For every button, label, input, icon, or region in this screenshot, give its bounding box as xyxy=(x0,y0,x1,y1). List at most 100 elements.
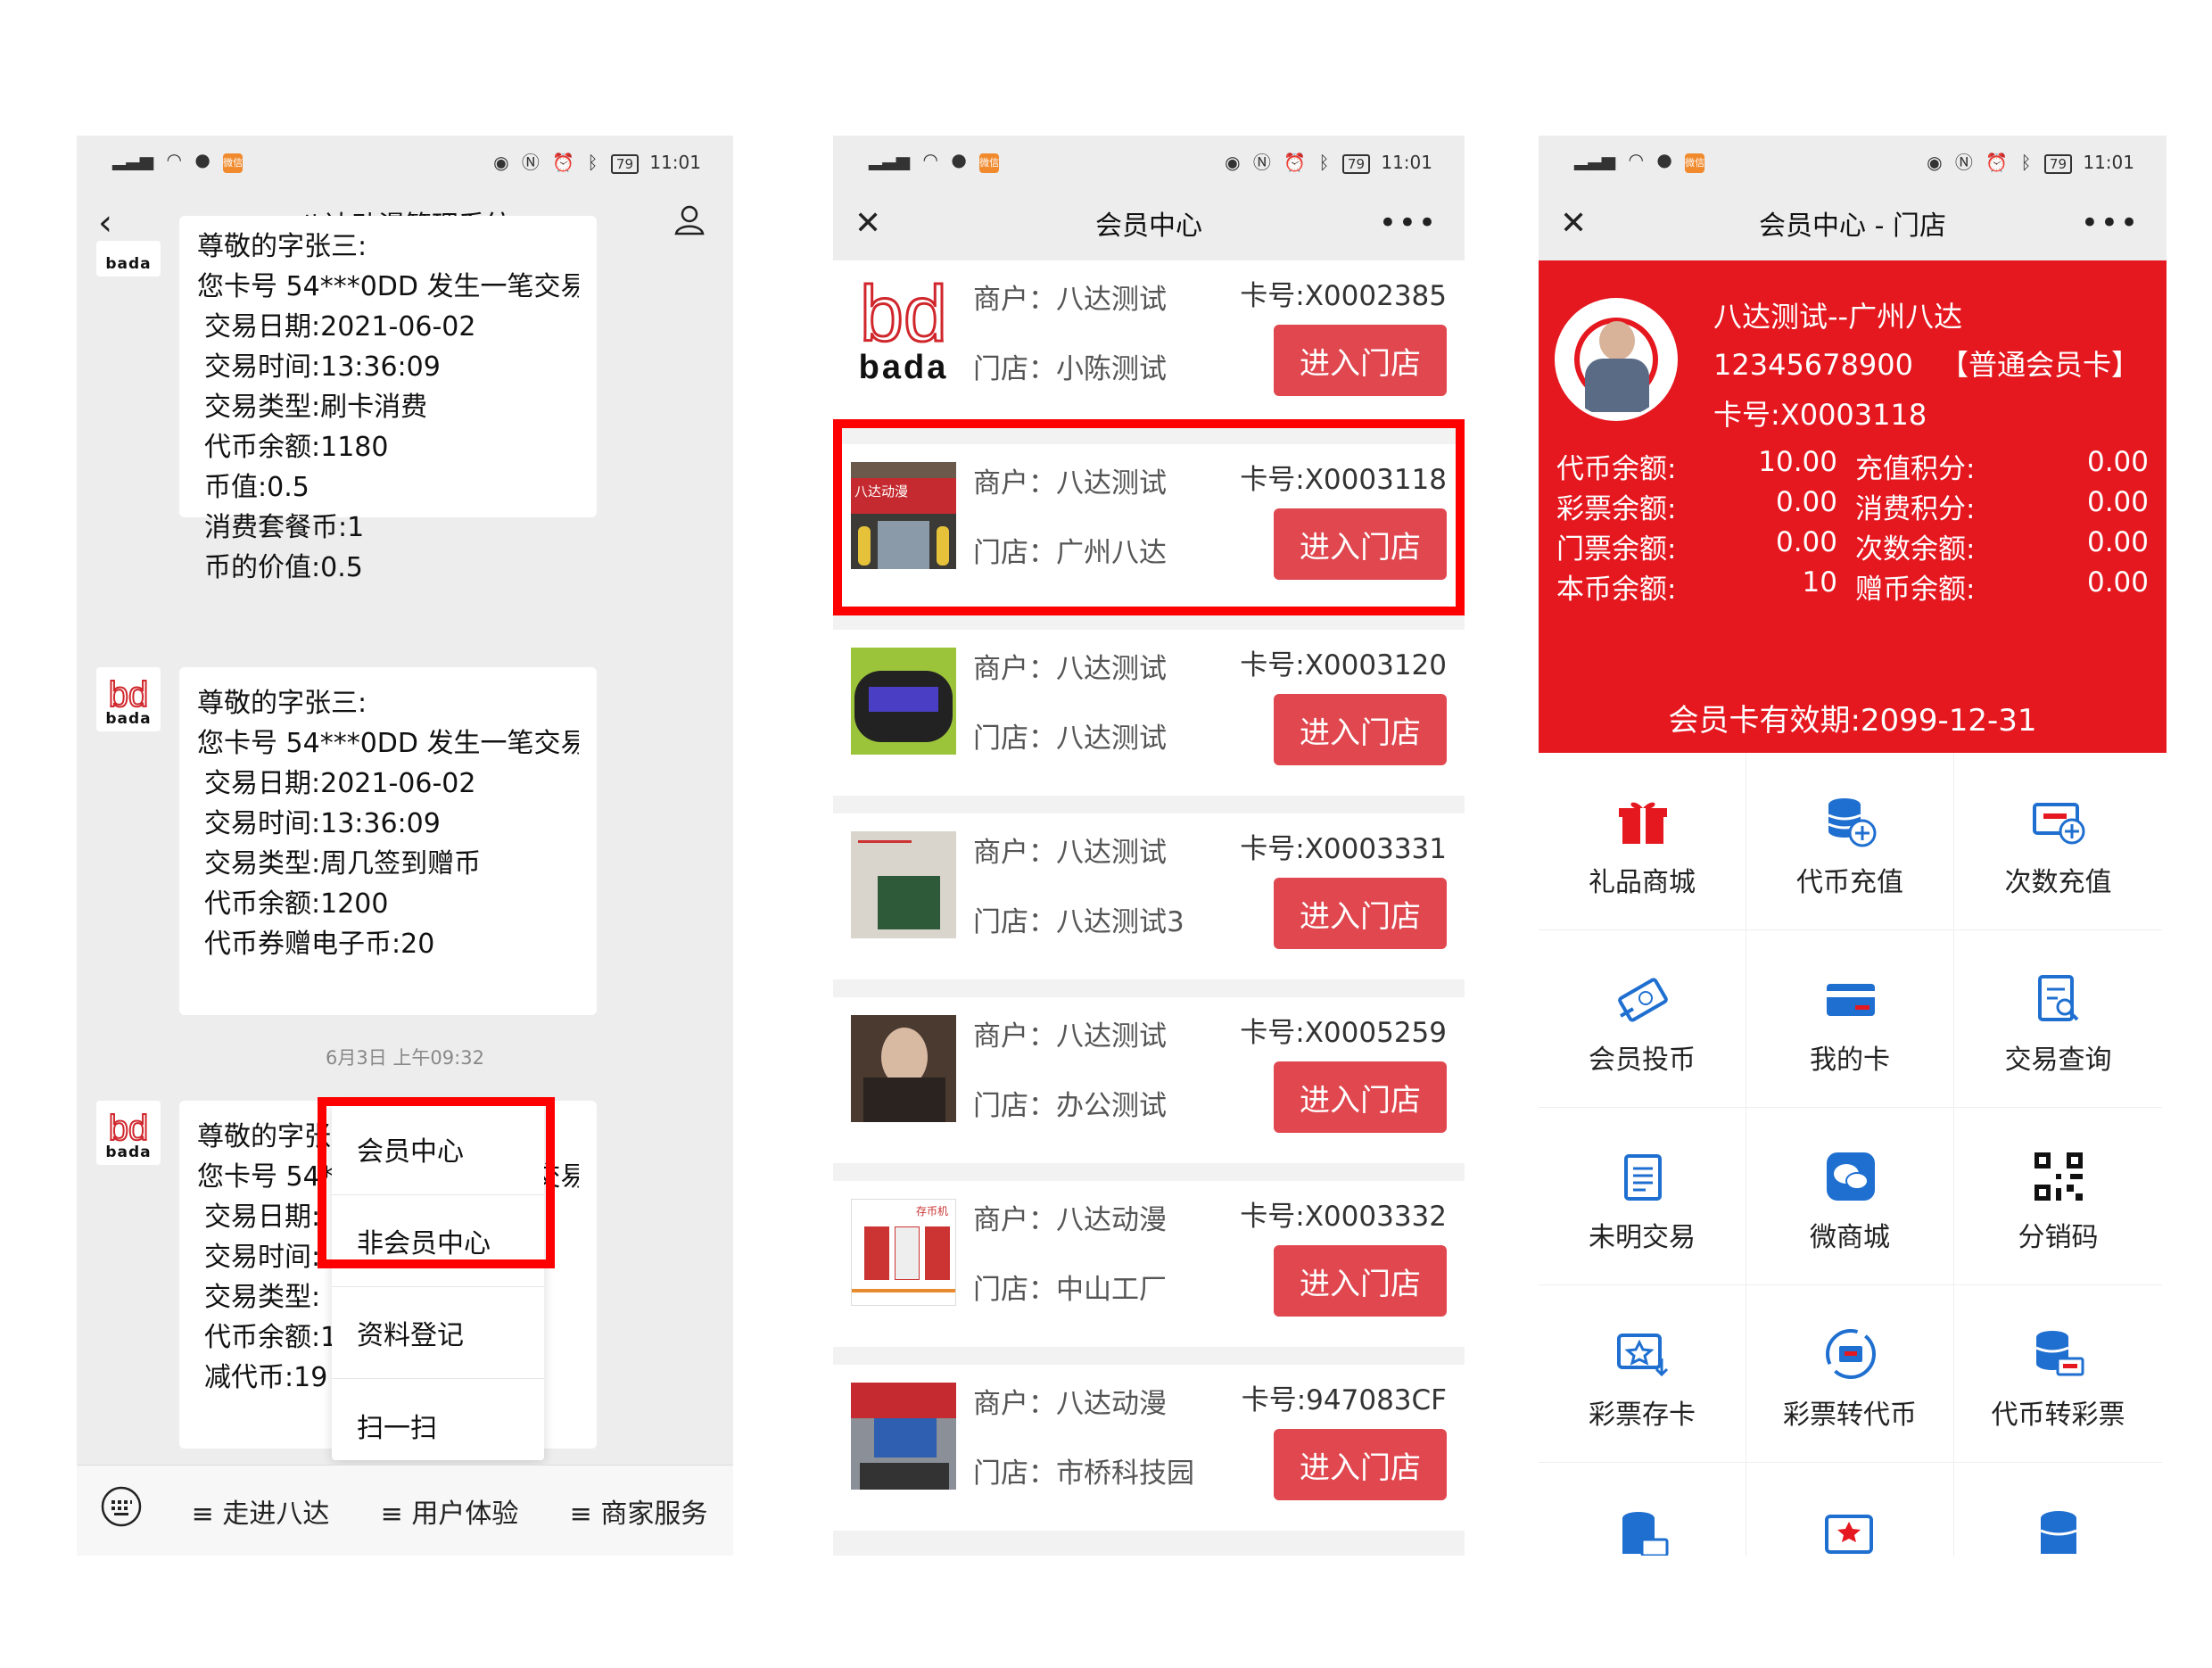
close-icon[interactable]: ✕ xyxy=(854,205,881,242)
enter-store-button[interactable]: 进入门店 xyxy=(1274,1061,1447,1133)
grid-label: 代币充值 xyxy=(1796,867,1903,898)
grid-item-transaction-query[interactable]: 交易查询 xyxy=(1954,930,2162,1108)
grid-item-member-coin[interactable]: 会员投币 xyxy=(1539,930,1746,1108)
store-card[interactable]: bd bada 商户：八达测试 门店：小陈测试 卡号:X0002385 进入门店 xyxy=(833,260,1465,426)
menu-item-register[interactable]: 资料登记 xyxy=(332,1287,544,1379)
grid-item-coin-to-lottery[interactable]: 代币转彩票 xyxy=(1954,1285,2162,1463)
member-avatar[interactable] xyxy=(1555,298,1678,421)
page-title: 会员中心 xyxy=(1095,211,1202,242)
message-line: 交易日期:2021-06-02 xyxy=(204,311,476,343)
message-line: 交易时间:13:36:09 xyxy=(204,351,441,383)
enter-store-button[interactable]: 进入门店 xyxy=(1274,325,1447,396)
more-icon[interactable]: ••• xyxy=(2081,205,2140,241)
coin-ticket-icon xyxy=(2035,1331,2084,1376)
card-icon xyxy=(1827,984,1875,1016)
alarm-icon: ⏰ xyxy=(1283,151,1307,173)
grid-item-distribution-code[interactable]: 分销码 xyxy=(1954,1108,2162,1285)
menu-about[interactable]: ≡ 走进八达 xyxy=(166,1491,355,1531)
clock: 11:01 xyxy=(649,151,701,173)
message-line: 代币余额:1200 xyxy=(204,888,389,920)
back-icon[interactable]: ‹ xyxy=(98,202,112,244)
user-icon[interactable] xyxy=(673,202,706,244)
grid-label: 彩票转代币 xyxy=(1783,1400,1917,1431)
grid-item-wechat-mall[interactable]: 微商城 xyxy=(1746,1108,1954,1285)
wechat-icon xyxy=(1827,1152,1875,1201)
store-card[interactable]: 商户：八达动漫 门店：市桥科技园 卡号:947083CF 进入门店 xyxy=(833,1365,1465,1531)
grid-item-gift-mall[interactable]: 礼品商城 xyxy=(1539,753,1746,930)
message-line: 币值:0.5 xyxy=(204,472,310,503)
message-line: 您卡号 54***0DD 发生一笔交易 xyxy=(197,271,579,302)
store-card[interactable]: 商户：八达测试 门店：八达测试 卡号:X0003120 进入门店 xyxy=(833,630,1465,796)
grid-label: 彩票存卡 xyxy=(1589,1400,1696,1431)
chat-bubble-icon: ● xyxy=(1656,148,1672,170)
message-bubble[interactable]: 尊敬的字张三: 您卡号 54***0DD 发生一笔交易 交易日期:2021-06… xyxy=(179,667,597,1015)
grid-item-times-recharge[interactable]: 次数充值 xyxy=(1954,753,2162,930)
keyboard-icon[interactable] xyxy=(77,1485,166,1536)
grid-label: 交易查询 xyxy=(2004,1045,2112,1076)
bottom-menu: ≡ 走进八达 ≡ 用户体验 ≡ 商家服务 xyxy=(77,1465,733,1556)
balance-value: 0.00 xyxy=(2086,526,2149,558)
page-title: 会员中心 - 门店 xyxy=(1759,211,1946,242)
grid-item-unknown-transaction[interactable]: 未明交易 xyxy=(1539,1108,1746,1285)
store-card[interactable]: 商户：八达测试 门店：办公测试 卡号:X0005259 进入门店 xyxy=(833,997,1465,1163)
status-bar: ▂▃▅ ◠ ● 微信 ◉ Ⓝ ⏰ ᛒ 79 11:01 xyxy=(833,136,1465,186)
chat-bubble-icon: ● xyxy=(951,148,967,170)
card-number: 卡号:947083CF xyxy=(1241,1384,1447,1416)
close-icon[interactable]: ✕ xyxy=(1560,205,1587,242)
nfc-icon: Ⓝ xyxy=(1252,151,1271,173)
menu-experience[interactable]: ≡ 用户体验 xyxy=(355,1491,544,1531)
enter-store-button[interactable]: 进入门店 xyxy=(1274,878,1447,949)
grid-label: 次数充值 xyxy=(2004,867,2112,898)
enter-store-button[interactable]: 进入门店 xyxy=(1274,694,1447,765)
avatar[interactable]: bada xyxy=(96,241,161,277)
card-number: 卡号:X0003332 xyxy=(1240,1201,1447,1233)
grid-item-lottery-deposit[interactable]: 彩票存卡 xyxy=(1539,1285,1746,1463)
menu-item-scan[interactable]: 扫一扫 xyxy=(332,1379,544,1471)
battery-icon: 79 xyxy=(2043,153,2072,174)
enter-store-button[interactable]: 进入门店 xyxy=(1274,1429,1447,1500)
grid-item-partial[interactable] xyxy=(1539,1463,1746,1556)
wifi-icon: ◠ xyxy=(1628,148,1644,170)
machine-poster: 存币机 xyxy=(851,1199,956,1306)
chat-bubble-icon: ● xyxy=(194,148,210,170)
store-name: 门店：中山工厂 xyxy=(973,1274,1167,1306)
member-card-number: 卡号:X0003118 xyxy=(1713,398,1927,432)
ticket-star-icon xyxy=(1825,1515,1873,1554)
merchant-name: 商户：八达测试 xyxy=(973,1020,1167,1053)
menu-merchant[interactable]: ≡ 商家服务 xyxy=(544,1491,733,1531)
app-badge-icon: 微信 xyxy=(1685,153,1705,173)
message-bubble[interactable]: 尊敬的字张三: 您卡号 54***0DD 发生一笔交易 交易日期:2021-06… xyxy=(179,216,597,583)
more-icon[interactable]: ••• xyxy=(1379,205,1438,241)
qr-icon xyxy=(2035,1152,2083,1201)
message-line: 代币券赠电子币:20 xyxy=(204,929,435,960)
message-line: 交易类型:刷卡消费 xyxy=(204,392,428,423)
grid-item-partial[interactable] xyxy=(1746,1463,1954,1556)
nfc-icon: Ⓝ xyxy=(1954,151,1973,173)
device-photo xyxy=(851,648,956,755)
grid-item-lottery-to-coin[interactable]: 彩票转代币 xyxy=(1746,1285,1954,1463)
avatar[interactable]: bd bada xyxy=(96,667,161,731)
grid-label: 代币转彩票 xyxy=(1991,1400,2125,1431)
grid-label: 我的卡 xyxy=(1810,1045,1890,1076)
message-line: 交易日期:2021-06-02 xyxy=(204,768,476,799)
store-card[interactable]: 存币机 商户：八达动漫 门店：中山工厂 卡号:X0003332 进入门店 xyxy=(833,1181,1465,1347)
grid-item-partial[interactable] xyxy=(1954,1463,2162,1556)
wifi-icon: ◠ xyxy=(922,148,938,170)
store-card[interactable]: 商户：八达测试 门店：八达测试3 卡号:X0003331 进入门店 xyxy=(833,813,1465,979)
avatar[interactable]: bd bada xyxy=(96,1101,161,1165)
svg-text:bd: bd xyxy=(109,1109,149,1148)
enter-store-button[interactable]: 进入门店 xyxy=(1274,1245,1447,1317)
signal-icon: ▂▃▅ xyxy=(1574,148,1616,170)
grid-label: 微商城 xyxy=(1810,1222,1890,1253)
card-number: 卡号:X0005259 xyxy=(1240,1017,1447,1049)
store-name: 门店：八达测试3 xyxy=(973,906,1184,938)
coin-stack-icon xyxy=(2040,1511,2077,1554)
svg-text:bada: bada xyxy=(859,349,949,385)
store-name: 门店：八达测试 xyxy=(973,723,1167,755)
eye-icon: ◉ xyxy=(1927,151,1943,173)
merchant-name: 商户：八达测试 xyxy=(973,653,1167,685)
grid-item-coin-recharge[interactable]: 代币充值 xyxy=(1746,753,1954,930)
card-coin-icon xyxy=(1618,978,1668,1022)
grid-item-my-card[interactable]: 我的卡 xyxy=(1746,930,1954,1108)
chat-screen: ▂▃▅ ◠ ● 微信 ◉ Ⓝ ⏰ ᛒ 79 11:01 ‹ 八达动漫管理系统 b… xyxy=(77,136,733,1556)
